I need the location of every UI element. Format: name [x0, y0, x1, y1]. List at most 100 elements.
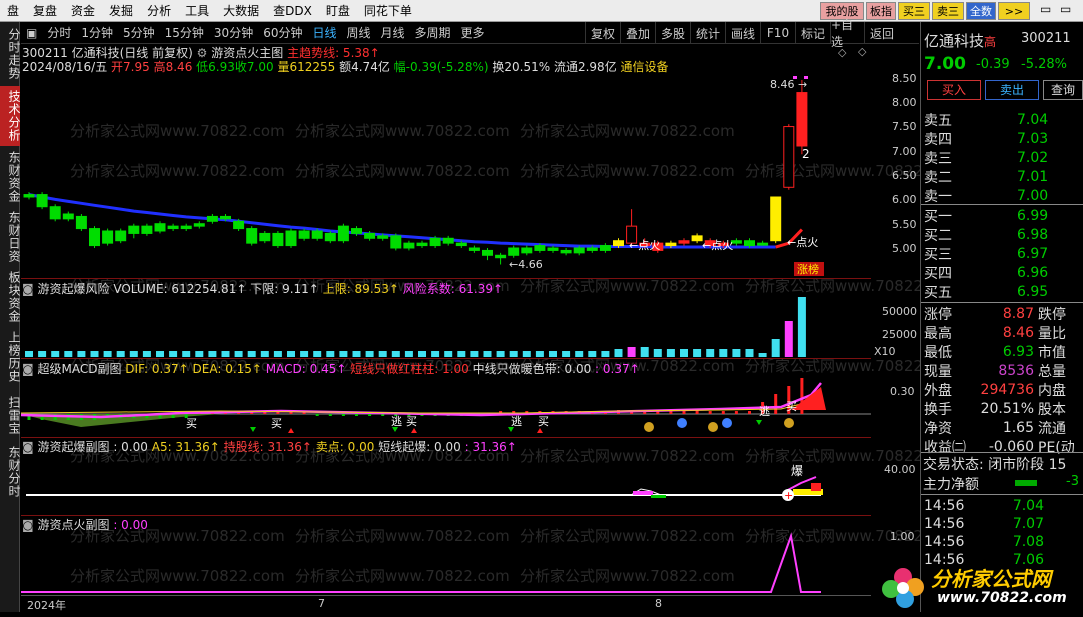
close-icon[interactable]: ◇ — [858, 45, 866, 58]
tool-button[interactable]: +自选 — [830, 18, 865, 49]
candle[interactable] — [36, 194, 48, 208]
candle[interactable] — [311, 230, 323, 239]
tool-button[interactable]: 统计 — [690, 22, 725, 44]
candle[interactable] — [534, 245, 546, 251]
candle[interactable] — [403, 242, 415, 249]
candle[interactable] — [586, 247, 598, 251]
candle[interactable] — [442, 237, 454, 244]
buy-button[interactable]: 买入 — [927, 80, 981, 100]
menu-item[interactable]: 复盘 — [26, 2, 64, 19]
collapse-icon[interactable]: ◙ — [22, 282, 34, 296]
tool-button[interactable]: 标记 — [795, 22, 830, 44]
candle[interactable] — [390, 235, 402, 249]
toolbar-menu-icon[interactable]: ▣ — [21, 26, 42, 40]
candle[interactable] — [233, 220, 245, 230]
ask-row[interactable]: 卖四 7.03 — [924, 129, 1082, 148]
diamond-icon[interactable]: ◇ — [838, 46, 846, 59]
candle[interactable] — [495, 254, 507, 259]
candle[interactable] — [141, 225, 153, 234]
macd-chart[interactable]: 买买逃买逃买逃买 — [21, 375, 871, 437]
tool-button[interactable]: F10 — [760, 22, 795, 44]
period-tab[interactable]: 分时 — [42, 24, 76, 41]
period-tab[interactable]: 30分钟 — [209, 24, 258, 41]
period-tab[interactable]: 1分钟 — [76, 24, 118, 41]
period-tab[interactable]: 更多 — [456, 24, 490, 41]
tool-button[interactable]: 返回 — [864, 22, 899, 44]
candle[interactable] — [678, 240, 690, 244]
candle[interactable] — [416, 242, 428, 247]
candle[interactable] — [757, 242, 769, 246]
window-icon[interactable]: ▭ — [1060, 2, 1071, 16]
bid-row[interactable]: 买三 6.97 — [924, 244, 1082, 263]
bid-row[interactable]: 买四 6.96 — [924, 263, 1082, 282]
menu-item[interactable]: 发掘 — [102, 2, 140, 19]
tool-button[interactable]: 叠加 — [620, 22, 655, 44]
quick-button[interactable]: 卖三 — [932, 2, 964, 20]
quick-button[interactable]: 板指 — [866, 2, 896, 20]
menu-item[interactable]: 盘 — [0, 2, 26, 19]
period-tab[interactable]: 5分钟 — [118, 24, 160, 41]
candle[interactable] — [285, 230, 297, 247]
candle[interactable] — [560, 249, 572, 254]
side-tab[interactable]: 上榜历史 — [0, 328, 21, 386]
period-tab[interactable]: 月线 — [376, 24, 410, 41]
candle[interactable] — [521, 247, 533, 254]
period-tab[interactable]: 15分钟 — [160, 24, 209, 41]
volume-chart[interactable] — [21, 295, 871, 358]
candle[interactable] — [796, 92, 808, 147]
menu-item[interactable]: 同花下单 — [357, 2, 419, 19]
bid-row[interactable]: 买二 6.98 — [924, 225, 1082, 244]
candle[interactable] — [783, 126, 795, 188]
candle[interactable] — [246, 228, 258, 244]
collapse-icon[interactable]: ◙ — [22, 440, 34, 454]
candle[interactable] — [23, 194, 35, 198]
candle[interactable] — [89, 228, 100, 247]
candle[interactable] — [770, 196, 782, 242]
side-tab[interactable]: 技术分析 — [0, 86, 21, 146]
ask-row[interactable]: 卖五 7.04 — [924, 110, 1082, 129]
candle[interactable] — [206, 215, 218, 222]
candle[interactable] — [154, 223, 166, 232]
candle[interactable] — [259, 232, 271, 242]
candle[interactable] — [324, 232, 336, 242]
side-tab[interactable]: 扫雷宝 — [0, 388, 21, 442]
candle[interactable] — [377, 235, 389, 239]
candlestick-chart[interactable]: 8.46 → ←4.66 ←点火 ←点火 ←点火 2 涨榜 — [21, 72, 871, 277]
side-tab[interactable]: 东财资金 — [0, 148, 21, 206]
candle[interactable] — [337, 225, 349, 242]
collapse-icon[interactable]: ◙ — [22, 518, 34, 532]
candle[interactable] — [49, 206, 61, 220]
candle[interactable] — [547, 247, 559, 251]
side-tab[interactable]: 东财日资 — [0, 208, 21, 266]
candle[interactable] — [115, 230, 127, 242]
candle[interactable] — [272, 232, 284, 247]
period-tab[interactable]: 日线 — [307, 24, 341, 41]
candle[interactable] — [599, 245, 611, 251]
candle[interactable] — [193, 223, 205, 227]
quick-button[interactable]: 买三 — [898, 2, 930, 20]
bid-row[interactable]: 买一 6.99 — [924, 206, 1082, 225]
candle[interactable] — [62, 213, 74, 220]
fire-panel-title[interactable]: 游资点火副图 — [37, 518, 109, 532]
candle[interactable] — [665, 242, 677, 247]
bid-row[interactable]: 买五 6.95 — [924, 282, 1082, 301]
volume-panel-title[interactable]: 游资起爆风险 — [37, 282, 109, 296]
ask-row[interactable]: 卖二 7.01 — [924, 167, 1082, 186]
period-tab[interactable]: 60分钟 — [258, 24, 307, 41]
fire-chart[interactable] — [21, 531, 871, 595]
candle[interactable] — [429, 237, 441, 247]
candle[interactable] — [455, 242, 467, 247]
sell-button[interactable]: 卖出 — [985, 80, 1039, 100]
candle[interactable] — [508, 247, 520, 256]
quick-button[interactable]: 全数 — [966, 2, 996, 20]
ask-row[interactable]: 卖三 7.02 — [924, 148, 1082, 167]
candle[interactable] — [482, 249, 493, 256]
query-button[interactable]: 查询 — [1043, 80, 1083, 100]
menu-item[interactable]: 盯盘 — [319, 2, 357, 19]
ask-row[interactable]: 卖一 7.00 — [924, 186, 1082, 205]
period-tab[interactable]: 多周期 — [410, 24, 456, 41]
candle[interactable] — [744, 240, 755, 247]
menu-item[interactable]: 工具 — [178, 2, 216, 19]
burst-chart[interactable]: +爆 — [21, 453, 871, 515]
candle[interactable] — [298, 230, 310, 239]
